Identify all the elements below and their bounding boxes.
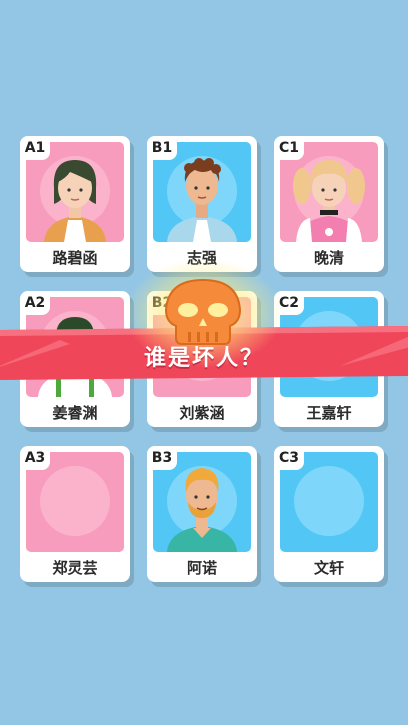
suspect-card-b3[interactable]: B3 阿诺 xyxy=(147,446,257,582)
card-name: 姜睿渊 xyxy=(52,404,98,422)
skull-icon xyxy=(164,278,242,345)
card-name: 路碧函 xyxy=(52,249,98,267)
suspect-card-a3[interactable]: A3 郑灵芸 xyxy=(20,446,130,582)
card-id: B1 xyxy=(147,136,177,160)
card-name: 阿诺 xyxy=(186,559,217,577)
question-text: 谁是坏人？ xyxy=(143,346,264,371)
suspect-card-a1[interactable]: A1 路碧函 xyxy=(20,136,130,272)
suspect-card-c1[interactable]: C1 晚清 xyxy=(274,136,384,272)
card-id: A2 xyxy=(20,291,50,315)
card-id: A3 xyxy=(20,446,50,470)
card-name: 刘紫涵 xyxy=(179,404,225,422)
card-name: 王嘉轩 xyxy=(306,404,352,422)
card-name: 文轩 xyxy=(313,559,344,577)
card-name: 郑灵芸 xyxy=(52,559,98,577)
card-id: B3 xyxy=(147,446,177,470)
card-id: C1 xyxy=(274,136,304,160)
suspect-card-b1[interactable]: B1 志强 xyxy=(147,136,257,272)
card-id: A1 xyxy=(20,136,50,160)
card-id: C3 xyxy=(274,446,304,470)
suspect-card-c3[interactable]: C3 文轩 xyxy=(274,446,384,582)
card-name: 晚清 xyxy=(313,249,344,267)
